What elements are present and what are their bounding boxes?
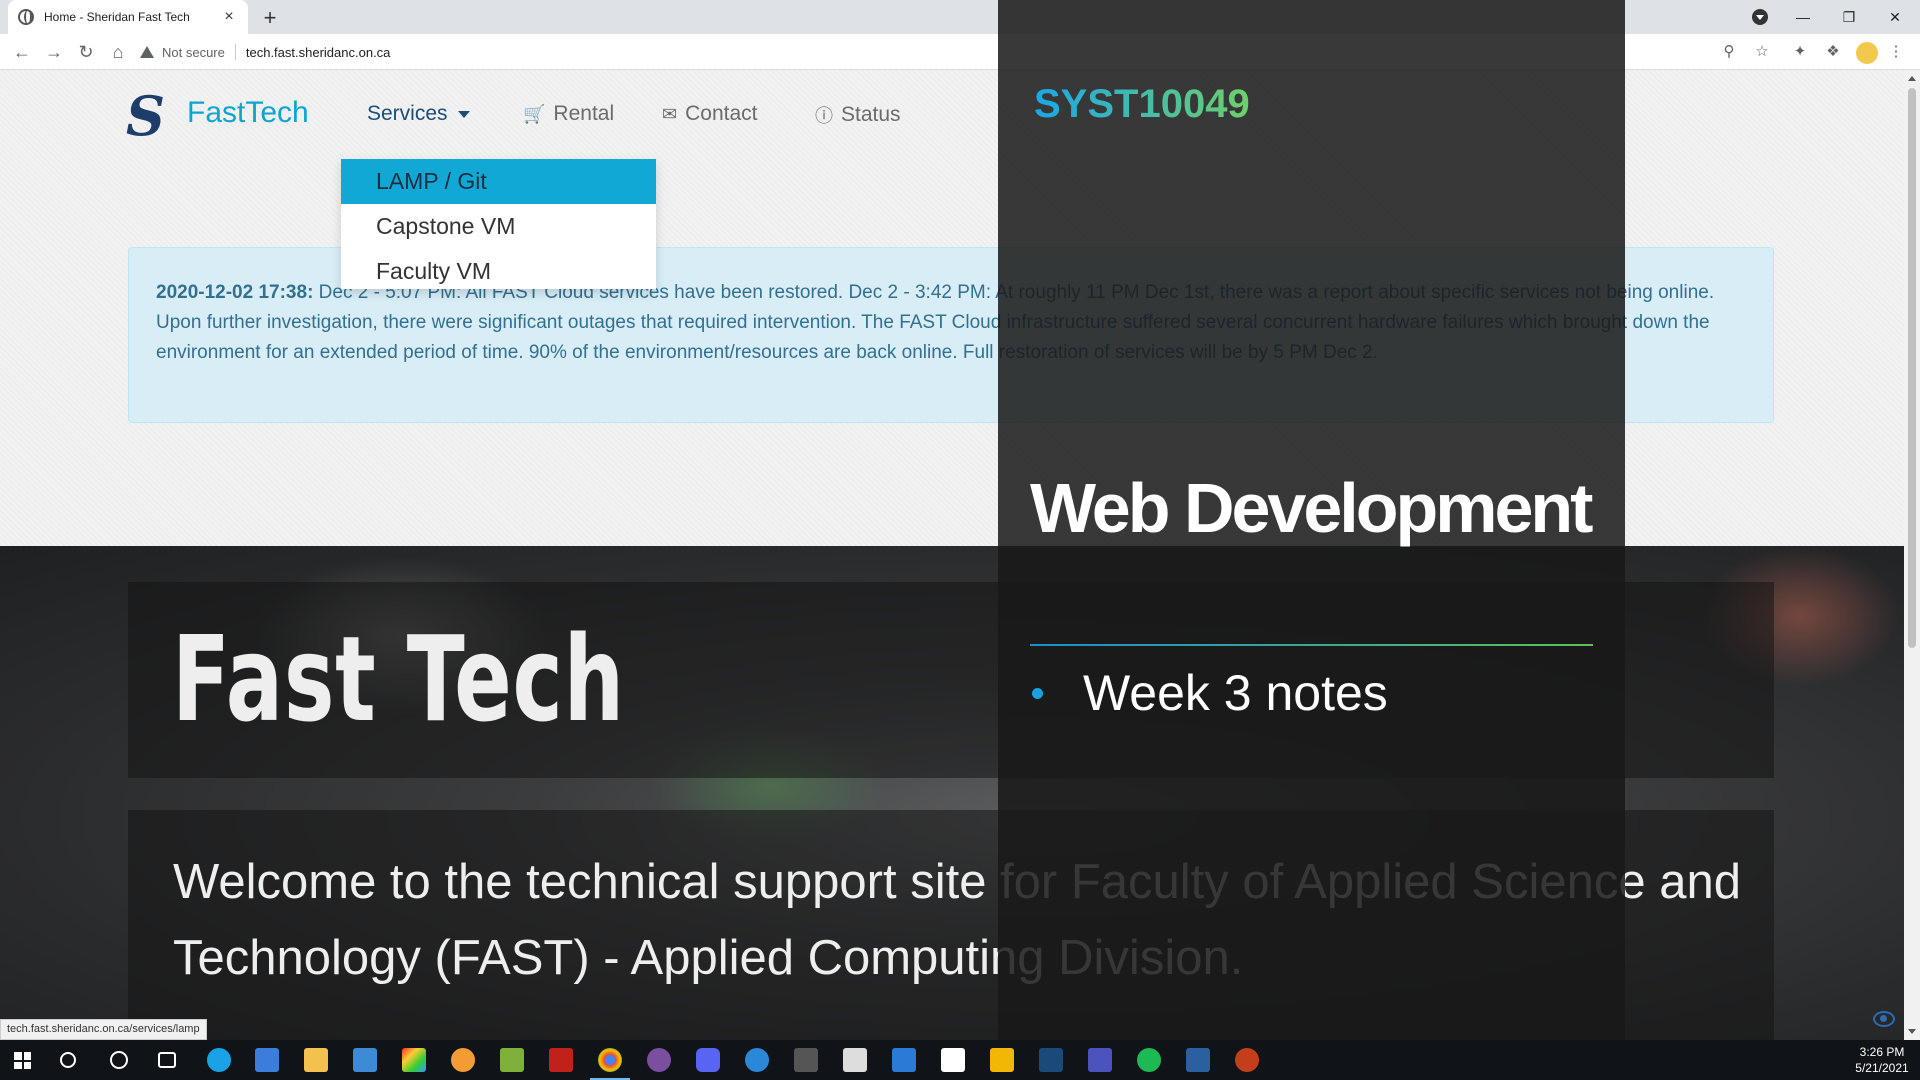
nav-contact[interactable]: ✉ Contact — [662, 102, 757, 126]
alert-timestamp: 2020-12-02 17:38: — [156, 282, 314, 303]
search-icon[interactable] — [60, 1052, 76, 1068]
nav-services[interactable]: Services — [367, 102, 470, 126]
slide-bullet: Week 3 notes — [1032, 664, 1388, 722]
notion-icon[interactable] — [941, 1048, 965, 1072]
mail-icon[interactable] — [353, 1048, 377, 1072]
forward-icon[interactable]: → — [42, 40, 66, 64]
taskbar-clock[interactable]: 3:26 PM 5/21/2021 — [1850, 1044, 1914, 1076]
slide-bullet-text: Week 3 notes — [1083, 665, 1388, 721]
puzzle-icon[interactable]: ❖ — [1824, 43, 1842, 61]
windows-taskbar: 3:26 PM 5/21/2021 — [0, 1040, 1920, 1080]
browser-app-icon[interactable] — [451, 1048, 475, 1072]
reload-icon[interactable]: ↻ — [74, 40, 98, 64]
filezilla-icon[interactable] — [549, 1048, 573, 1072]
github-icon[interactable] — [647, 1048, 671, 1072]
edge-icon[interactable] — [207, 1048, 231, 1072]
new-tab-button[interactable]: + — [258, 5, 282, 31]
nav-services-label: Services — [367, 102, 448, 125]
envelope-icon: ✉ — [662, 103, 678, 124]
chrome-icon[interactable] — [590, 1048, 630, 1080]
tab-search-icon[interactable] — [1752, 9, 1768, 25]
hero-title: Fast Tech — [172, 610, 625, 748]
dropdown-item-capstone-vm[interactable]: Capstone VM — [341, 204, 656, 249]
restore-button[interactable]: ❐ — [1826, 0, 1872, 34]
url-text[interactable]: tech.fast.sheridanc.on.ca — [246, 45, 391, 60]
cortana-icon[interactable] — [110, 1051, 128, 1069]
tab-close-icon[interactable]: × — [220, 8, 238, 26]
scrollbar-thumb[interactable] — [1908, 88, 1916, 648]
presentation-slide-overlay: SYST10049 Web Development Week 3 notes — [998, 0, 1625, 1080]
file-explorer-icon[interactable] — [304, 1048, 328, 1072]
browser-tab[interactable]: Home - Sheridan Fast Tech × — [8, 0, 248, 34]
back-icon[interactable]: ← — [10, 40, 34, 64]
dropdown-item-faculty-vm[interactable]: Faculty VM — [341, 249, 656, 294]
photos-icon[interactable] — [1186, 1048, 1210, 1072]
nav-rental[interactable]: 🛒 Rental — [523, 102, 614, 126]
windows-start-icon[interactable] — [14, 1052, 31, 1069]
spotify-icon[interactable] — [1137, 1048, 1161, 1072]
dropdown-item-lamp-git[interactable]: LAMP / Git — [341, 159, 656, 204]
nav-status[interactable]: ⓘ Status — [815, 102, 901, 128]
vscode-icon[interactable] — [892, 1048, 916, 1072]
nav-status-label: Status — [841, 103, 901, 126]
divider — [234, 44, 236, 60]
zoom-icon[interactable]: ⚲ — [1720, 43, 1738, 61]
nav-contact-label: Contact — [685, 102, 758, 125]
clock-time: 3:26 PM — [1859, 1045, 1905, 1059]
close-window-button[interactable]: ✕ — [1872, 0, 1918, 34]
brand-name[interactable]: FastTech — [187, 96, 309, 130]
teams-icon[interactable] — [1088, 1048, 1112, 1072]
scroll-up-icon[interactable] — [1908, 76, 1916, 81]
menu-dots-icon[interactable]: ⋮ — [1887, 43, 1905, 61]
paint-icon[interactable] — [402, 1048, 426, 1072]
extension-icon[interactable]: ✦ — [1791, 43, 1809, 61]
profile-avatar-icon[interactable] — [1856, 42, 1878, 64]
globe-icon — [18, 9, 34, 25]
link-status-bar: tech.fast.sheridanc.on.ca/services/lamp — [0, 1019, 207, 1040]
slide-divider — [1030, 644, 1593, 646]
page-scrollbar[interactable] — [1904, 70, 1920, 1040]
services-dropdown: LAMP / Git Capstone VM Faculty VM — [341, 159, 656, 289]
scroll-down-icon[interactable] — [1908, 1029, 1916, 1034]
task-view-icon[interactable] — [158, 1052, 176, 1068]
browser-toolbar: ← → ↻ ⌂ Not secure tech.fast.sheridanc.o… — [0, 34, 1920, 70]
course-code: SYST10049 — [1034, 82, 1250, 126]
bullet-dot-icon — [1032, 687, 1043, 699]
nav-rental-label: Rental — [553, 102, 615, 125]
minimize-button[interactable]: — — [1780, 0, 1826, 34]
app-icon[interactable] — [1039, 1048, 1063, 1072]
eye-icon[interactable] — [1873, 1011, 1895, 1027]
info-icon: ⓘ — [815, 106, 833, 126]
slide-title: Web Development — [1030, 469, 1593, 547]
discord-icon[interactable] — [696, 1048, 720, 1072]
notepad-icon[interactable] — [500, 1048, 524, 1072]
store-icon[interactable] — [255, 1048, 279, 1072]
sticky-notes-icon[interactable] — [990, 1048, 1014, 1072]
home-icon[interactable]: ⌂ — [106, 40, 130, 64]
powerpoint-icon[interactable] — [1235, 1048, 1259, 1072]
browser-tab-bar: Home - Sheridan Fast Tech × + — ❐ ✕ — [0, 0, 1920, 34]
bookmark-star-icon[interactable]: ☆ — [1753, 43, 1771, 61]
warning-icon — [140, 46, 154, 58]
cart-icon: 🛒 — [523, 103, 546, 124]
clock-date: 5/21/2021 — [1855, 1061, 1909, 1075]
remote-desktop-icon[interactable] — [745, 1048, 769, 1072]
bird-app-icon[interactable] — [843, 1048, 867, 1072]
tab-title: Home - Sheridan Fast Tech — [44, 10, 190, 24]
star-app-icon[interactable] — [794, 1048, 818, 1072]
caret-down-icon — [457, 110, 470, 118]
sheridan-logo[interactable]: S — [126, 89, 165, 143]
security-label: Not secure — [162, 44, 225, 60]
